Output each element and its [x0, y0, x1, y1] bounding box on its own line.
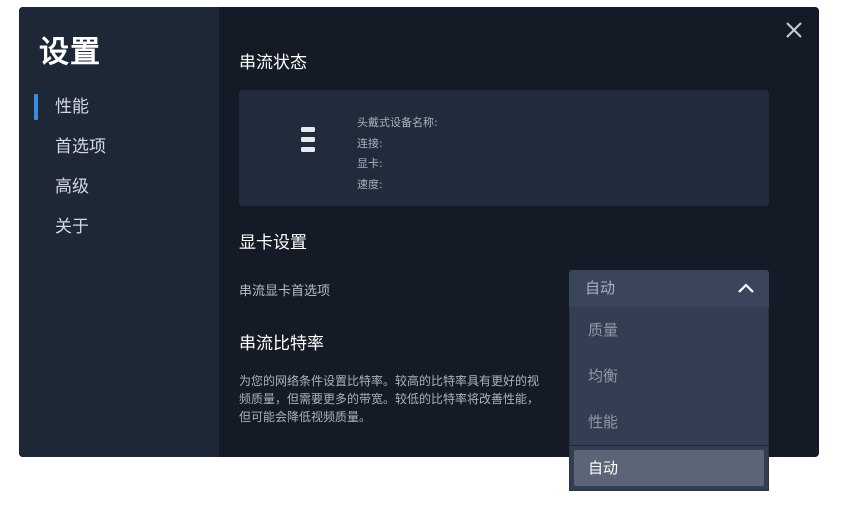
- sidebar-item-preferences[interactable]: 首选项: [19, 127, 219, 167]
- dropdown-header[interactable]: 自动: [569, 270, 769, 307]
- dropdown-options: 质量 均衡 性能 自动: [569, 307, 769, 491]
- dropdown-option-performance[interactable]: 性能: [570, 399, 768, 445]
- headset-icon: [301, 127, 315, 152]
- sidebar-nav: 性能 首选项 高级 关于: [19, 87, 219, 247]
- bitrate-heading: 串流比特率: [239, 334, 324, 354]
- speed-label: 速度:: [357, 177, 383, 191]
- gpu-preference-dropdown[interactable]: 自动 质量 均衡 性能 自动: [569, 270, 769, 491]
- gpu-label: 显卡:: [357, 157, 383, 170]
- stream-status-card: 头戴式设备名称: 连接: 显卡: 速度:: [239, 90, 769, 206]
- chevron-up-icon: [738, 283, 754, 293]
- close-icon[interactable]: [782, 18, 806, 42]
- dropdown-selected-value: 自动: [585, 279, 616, 297]
- dropdown-option-auto[interactable]: 自动: [574, 450, 764, 486]
- sidebar-item-about[interactable]: 关于: [19, 207, 219, 247]
- dropdown-separator: [570, 445, 768, 446]
- dropdown-option-balanced[interactable]: 均衡: [570, 353, 768, 399]
- gpu-settings-heading: 显卡设置: [239, 233, 307, 253]
- dropdown-option-quality[interactable]: 质量: [570, 307, 768, 353]
- status-list: 头戴式设备名称: 连接: 显卡: 速度:: [357, 113, 438, 195]
- bitrate-description: 为您的网络条件设置比特率。较高的比特率具有更好的视频质量，但需要更多的带宽。较低…: [239, 374, 540, 424]
- stream-status-heading: 串流状态: [239, 53, 307, 73]
- gpu-preference-label: 串流显卡首选项: [239, 284, 331, 299]
- sidebar: 设置 性能 首选项 高级 关于: [19, 7, 219, 457]
- headset-name-label: 头戴式设备名称:: [357, 116, 438, 129]
- sidebar-title: 设置: [39, 35, 101, 70]
- sidebar-item-performance[interactable]: 性能: [19, 87, 219, 127]
- sidebar-item-advanced[interactable]: 高级: [19, 167, 219, 207]
- connection-label: 连接:: [357, 136, 383, 150]
